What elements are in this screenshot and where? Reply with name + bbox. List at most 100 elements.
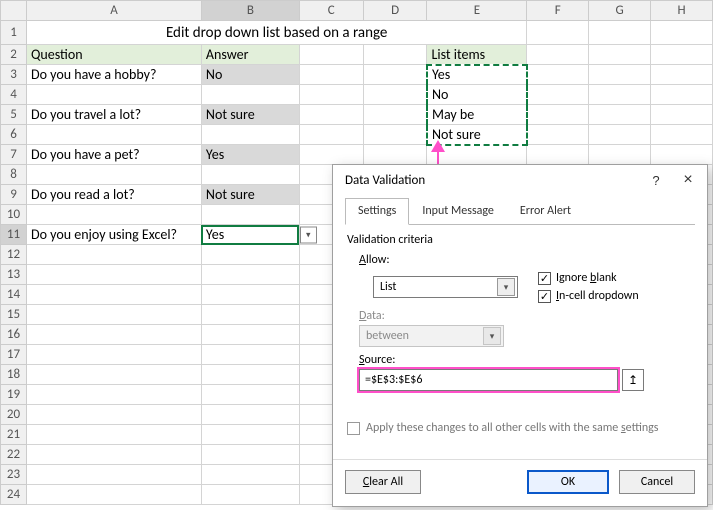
cell[interactable] [299,105,363,125]
row-header[interactable]: 8 [1,165,27,185]
cell[interactable] [26,445,201,465]
cell[interactable] [201,125,299,145]
column-header[interactable]: D [363,1,427,21]
page-title[interactable]: Edit drop down list based on a range [26,21,526,45]
question-cell[interactable]: Do you have a hobby? [26,65,201,85]
column-header[interactable]: A [26,1,201,21]
cell[interactable] [201,265,299,285]
cell[interactable] [589,125,651,145]
cell[interactable] [527,125,589,145]
column-header[interactable]: B [201,1,299,21]
cell[interactable] [527,21,589,45]
cell[interactable] [363,125,427,145]
cell[interactable] [201,385,299,405]
ok-button[interactable]: OK [527,470,609,494]
cell[interactable] [201,425,299,445]
question-cell[interactable]: Do you have a pet? [26,145,201,165]
ignore-blank-checkbox[interactable]: ✓ Ignore blank [538,271,639,285]
cell[interactable] [363,65,427,85]
column-header[interactable]: E [427,1,527,21]
cell[interactable] [299,145,363,165]
cell[interactable] [26,385,201,405]
cell[interactable] [201,165,299,185]
header-list-items[interactable]: List items [427,45,527,65]
cell[interactable] [26,205,201,225]
column-header[interactable]: H [651,1,713,21]
row-header[interactable]: 6 [1,125,27,145]
list-item-cell[interactable]: No [427,85,527,105]
cell[interactable] [363,85,427,105]
answer-cell[interactable]: Not sure [201,185,299,205]
row-header[interactable]: 16 [1,325,27,345]
cell[interactable] [26,405,201,425]
cell[interactable] [589,85,651,105]
row-header[interactable]: 24 [1,485,27,505]
cell[interactable] [26,125,201,145]
row-header[interactable]: 18 [1,365,27,385]
close-icon[interactable]: × [677,171,699,189]
cell[interactable] [201,245,299,265]
row-header[interactable]: 14 [1,285,27,305]
cell[interactable] [201,325,299,345]
cell[interactable] [589,105,651,125]
cell[interactable] [26,165,201,185]
cell-dropdown-button[interactable]: ▾ [300,226,317,243]
tab-input-message[interactable]: Input Message [409,198,507,225]
cell[interactable] [651,145,713,165]
row-header[interactable]: 13 [1,265,27,285]
cell[interactable] [201,405,299,425]
row-header[interactable]: 1 [1,21,27,45]
header-answer[interactable]: Answer [201,45,299,65]
cell[interactable] [201,465,299,485]
cell[interactable] [26,465,201,485]
row-header[interactable]: 9 [1,185,27,205]
cell[interactable] [527,105,589,125]
row-header[interactable]: 22 [1,445,27,465]
source-input[interactable] [359,369,618,391]
cell[interactable] [201,345,299,365]
cell[interactable] [527,145,589,165]
cell[interactable] [201,485,299,505]
cell[interactable] [589,65,651,85]
cell[interactable] [26,485,201,505]
cell[interactable] [201,205,299,225]
cell[interactable] [651,21,713,45]
list-item-cell[interactable]: Yes [427,65,527,85]
select-all-corner[interactable] [1,1,27,21]
answer-cell[interactable]: Not sure [201,105,299,125]
allow-combo[interactable]: List ▾ [373,276,518,298]
cell[interactable] [363,145,427,165]
column-header[interactable]: G [589,1,651,21]
cell[interactable] [651,125,713,145]
answer-cell[interactable]: Yes [201,145,299,165]
row-header[interactable]: 5 [1,105,27,125]
row-header[interactable]: 11 [1,225,27,245]
cell[interactable] [299,85,363,105]
answer-cell[interactable]: Yes▾ [201,225,299,245]
cell[interactable] [26,245,201,265]
cell[interactable] [651,65,713,85]
cell[interactable] [26,345,201,365]
cell[interactable] [201,445,299,465]
cell[interactable] [201,365,299,385]
row-header[interactable]: 12 [1,245,27,265]
cell[interactable] [299,45,363,65]
answer-cell[interactable]: No [201,65,299,85]
row-header[interactable]: 23 [1,465,27,485]
list-item-cell[interactable]: May be [427,105,527,125]
cell[interactable] [26,425,201,445]
cell[interactable] [363,105,427,125]
cell[interactable] [589,21,651,45]
cell[interactable] [26,85,201,105]
row-header[interactable]: 17 [1,345,27,365]
cell[interactable] [201,285,299,305]
incell-dropdown-checkbox[interactable]: ✓ In-cell dropdown [538,289,639,303]
cell[interactable] [527,85,589,105]
cell[interactable] [26,265,201,285]
row-header[interactable]: 7 [1,145,27,165]
question-cell[interactable]: Do you read a lot? [26,185,201,205]
cell[interactable] [651,85,713,105]
question-cell[interactable]: Do you travel a lot? [26,105,201,125]
cell[interactable] [26,365,201,385]
range-selector-button[interactable]: ↥ [622,369,644,391]
